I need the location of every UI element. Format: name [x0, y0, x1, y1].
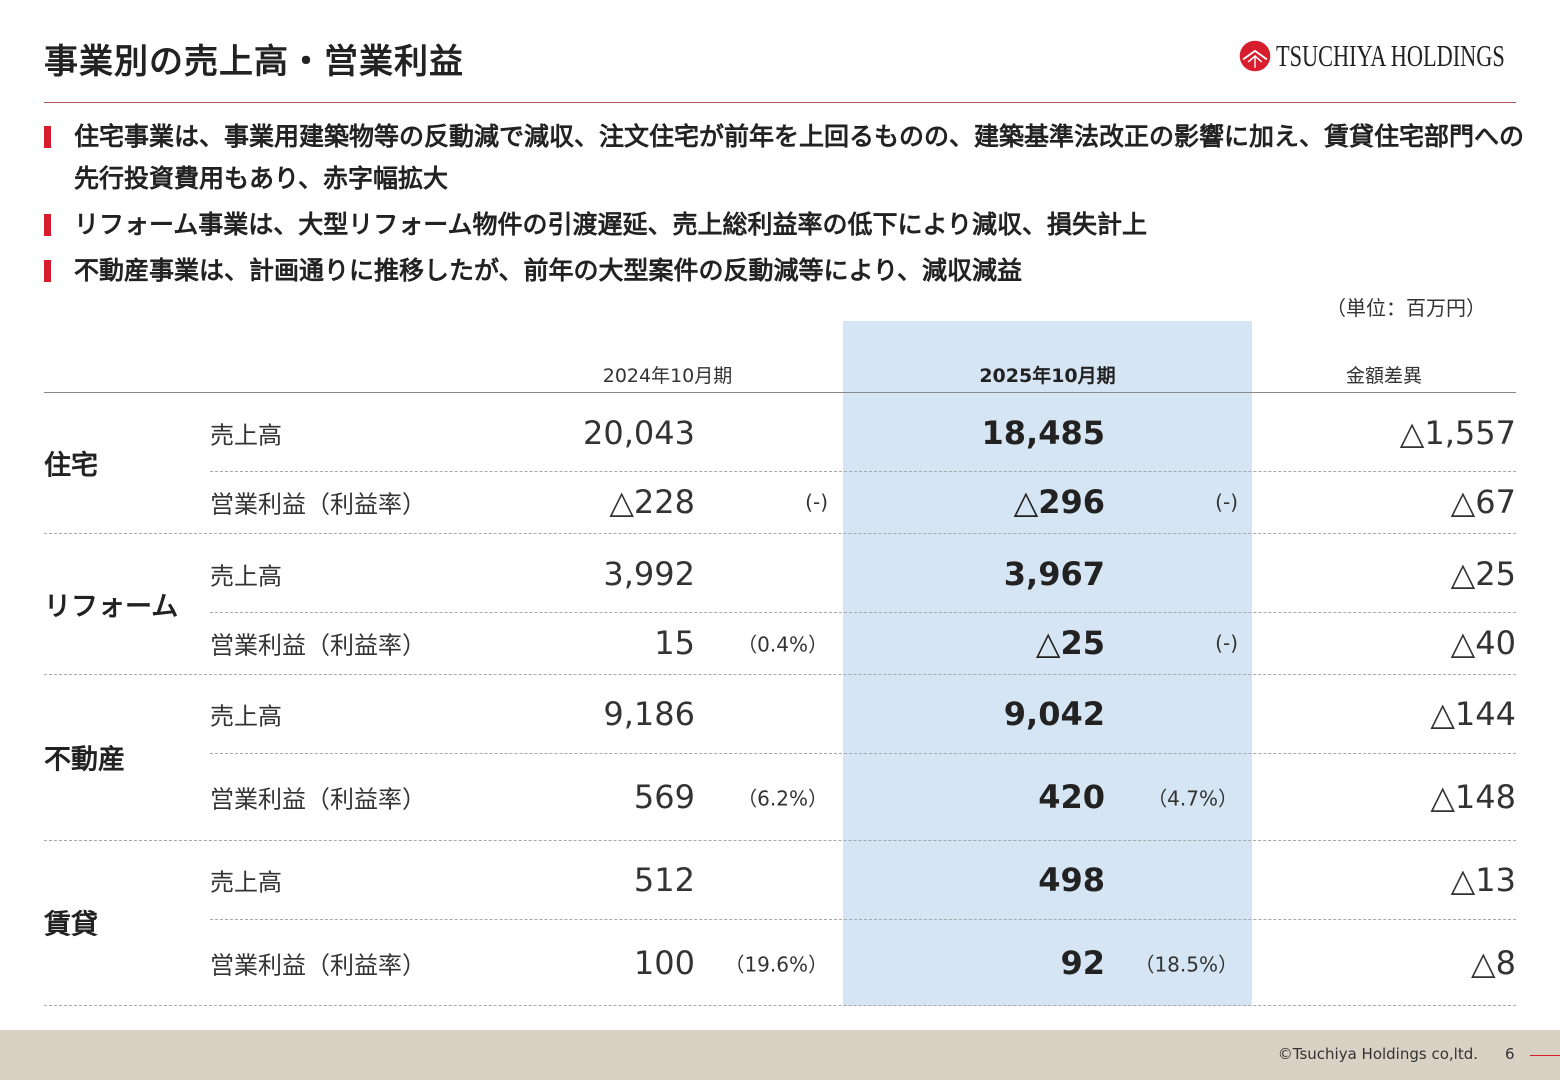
value-diff: △144	[1430, 695, 1516, 733]
margin-fy2024: （6.2%）	[737, 786, 828, 811]
segment-name-rental: 賃貸	[44, 909, 98, 941]
value-fy2025: 420	[1038, 778, 1105, 816]
column-header-fy2025: 2025年10月期	[979, 365, 1116, 387]
value-fy2025: 498	[1038, 861, 1105, 899]
column-header-fy2024: 2024年10月期	[602, 365, 733, 387]
segment-name-reform: リフォーム	[44, 591, 179, 623]
value-fy2024: 100	[633, 944, 695, 982]
value-diff: △40	[1450, 624, 1516, 662]
row-divider	[210, 612, 1516, 613]
value-fy2025: △296	[1013, 483, 1105, 521]
footer-bar: ©Tsuchiya Holdings co,ltd. 6	[0, 1030, 1560, 1080]
row-divider	[210, 471, 1516, 472]
value-diff: △148	[1430, 778, 1516, 816]
segment-name-housing: 住宅	[44, 450, 98, 482]
margin-fy2024: (-)	[805, 490, 828, 514]
row-divider	[210, 753, 1516, 754]
table-bottom-rule	[44, 1005, 1516, 1006]
margin-fy2025: (-)	[1215, 490, 1238, 514]
margin-fy2025: (-)	[1215, 631, 1238, 655]
value-fy2024: 20,043	[583, 414, 695, 452]
segment-divider	[44, 674, 1516, 675]
value-diff: △13	[1450, 861, 1516, 899]
margin-fy2025: （18.5%）	[1134, 952, 1238, 977]
copyright-text: ©Tsuchiya Holdings co,ltd.	[1277, 1045, 1478, 1063]
unit-label: （単位：百万円）	[1326, 296, 1486, 320]
row-label: 売上高	[210, 562, 282, 591]
title-divider	[44, 102, 1516, 103]
value-fy2025: △25	[1035, 624, 1105, 662]
bullet-housing: 住宅事業は、事業用建築物等の反動減で減収、注文住宅が前年を上回るものの、建築基準…	[44, 116, 1524, 200]
logo-text: TSUCHIYA HOLDINGS	[1276, 38, 1505, 73]
value-fy2025: 92	[1060, 944, 1105, 982]
value-fy2024: 3,992	[603, 555, 695, 593]
row-label: 売上高	[210, 421, 282, 450]
column-header-diff: 金額差異	[1345, 365, 1422, 387]
value-fy2025: 3,967	[1003, 555, 1105, 593]
summary-bullets: 住宅事業は、事業用建築物等の反動減で減収、注文住宅が前年を上回るものの、建築基準…	[44, 116, 1524, 296]
page-number: 6	[1505, 1045, 1515, 1063]
value-diff: △8	[1471, 944, 1516, 982]
logo-mark-icon	[1239, 40, 1271, 72]
value-diff: △67	[1450, 483, 1516, 521]
margin-fy2024: （19.6%）	[724, 952, 828, 977]
row-label: 売上高	[210, 868, 282, 897]
margin-fy2024: （0.4%）	[737, 632, 828, 657]
margin-fy2025: （4.7%）	[1147, 786, 1238, 811]
value-fy2024: 15	[654, 624, 695, 662]
value-fy2025: 18,485	[981, 414, 1105, 452]
value-fy2024: △228	[609, 483, 695, 521]
value-fy2024: 512	[633, 861, 695, 899]
row-label: 営業利益（利益率）	[210, 951, 426, 980]
row-label: 売上高	[210, 702, 282, 731]
value-diff: △25	[1450, 555, 1516, 593]
table-header-rule	[44, 392, 1516, 393]
segment-divider	[44, 840, 1516, 841]
value-fy2025: 9,042	[1003, 695, 1105, 733]
row-label: 営業利益（利益率）	[210, 490, 426, 519]
page-number-accent	[1530, 1055, 1560, 1056]
value-fy2024: 569	[633, 778, 695, 816]
company-logo: TSUCHIYA HOLDINGS	[1238, 38, 1516, 74]
row-label: 営業利益（利益率）	[210, 785, 426, 814]
segment-divider	[44, 533, 1516, 534]
bullet-real-estate: 不動産事業は、計画通りに推移したが、前年の大型案件の反動減等により、減収減益	[44, 250, 1524, 292]
segment-name-real-estate: 不動産	[44, 744, 125, 776]
row-divider	[210, 919, 1516, 920]
value-diff: △1,557	[1399, 414, 1516, 452]
page-title: 事業別の売上高・営業利益	[44, 42, 464, 82]
value-fy2024: 9,186	[603, 695, 695, 733]
row-label: 営業利益（利益率）	[210, 631, 426, 660]
bullet-reform: リフォーム事業は、大型リフォーム物件の引渡遅延、売上総利益率の低下により減収、損…	[44, 204, 1524, 246]
